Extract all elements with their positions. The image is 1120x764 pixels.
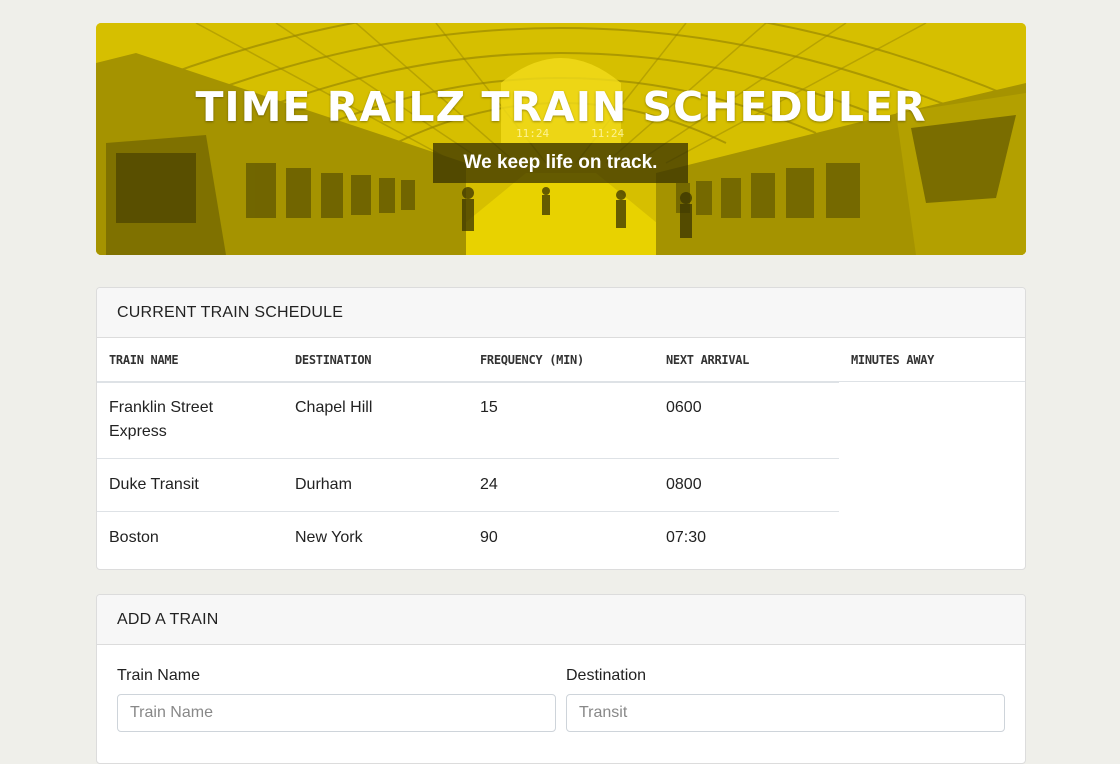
- train-name-cell: Franklin Street Express: [109, 399, 214, 440]
- add-train-card-header: ADD A TRAIN: [97, 595, 1025, 645]
- schedule-table: TRAIN NAME DESTINATION FREQUENCY (MIN) N…: [97, 338, 839, 564]
- page-container: 11:24 11:24 TIME RAILZ TRAIN SCHEDULER W…: [96, 23, 1026, 764]
- tagline: We keep life on track.: [433, 143, 688, 183]
- destination-label: Destination: [566, 667, 647, 684]
- destination-cell: Durham: [283, 458, 468, 512]
- destination-cell: New York: [283, 511, 468, 564]
- column-header-destination: DESTINATION: [283, 338, 468, 383]
- destination-group: Destination: [566, 667, 1005, 732]
- train-name-input[interactable]: [117, 694, 556, 732]
- frequency-cell: 24: [468, 458, 654, 512]
- table-row: Duke Transit Durham 24 0800: [97, 458, 839, 512]
- column-header-train-name: TRAIN NAME: [97, 338, 283, 383]
- column-header-minutes-away: MINUTES AWAY: [839, 338, 1025, 382]
- add-train-card: ADD A TRAIN Train Name Destination: [96, 594, 1026, 764]
- train-name-cell: Duke Transit: [97, 458, 283, 512]
- destination-cell: Chapel Hill: [295, 399, 373, 416]
- table-row: Franklin Street Express Chapel Hill 15 0…: [97, 382, 839, 459]
- train-name-label: Train Name: [117, 667, 200, 684]
- hero-banner: 11:24 11:24 TIME RAILZ TRAIN SCHEDULER W…: [96, 23, 1026, 255]
- station-photo: 11:24 11:24: [96, 23, 1026, 255]
- schedule-card-header: CURRENT TRAIN SCHEDULE: [97, 288, 1025, 338]
- next-arrival-cell: 0800: [654, 458, 839, 512]
- train-name-cell: Boston: [97, 511, 283, 564]
- add-train-form: Train Name Destination: [97, 645, 1025, 763]
- frequency-cell: 90: [468, 511, 654, 564]
- page-title: TIME RAILZ TRAIN SCHEDULER: [195, 83, 927, 131]
- destination-input[interactable]: [566, 694, 1005, 732]
- column-header-frequency: FREQUENCY (MIN): [468, 338, 654, 383]
- column-header-next-arrival: NEXT ARRIVAL: [654, 338, 839, 383]
- train-name-group: Train Name: [117, 667, 556, 732]
- frequency-cell: 15: [480, 399, 498, 416]
- table-row: Boston New York 90 07:30: [97, 511, 839, 564]
- next-arrival-cell: 0600: [666, 399, 702, 416]
- schedule-card: CURRENT TRAIN SCHEDULE TRAIN NAME DESTIN…: [96, 287, 1026, 570]
- next-arrival-cell: 07:30: [654, 511, 839, 564]
